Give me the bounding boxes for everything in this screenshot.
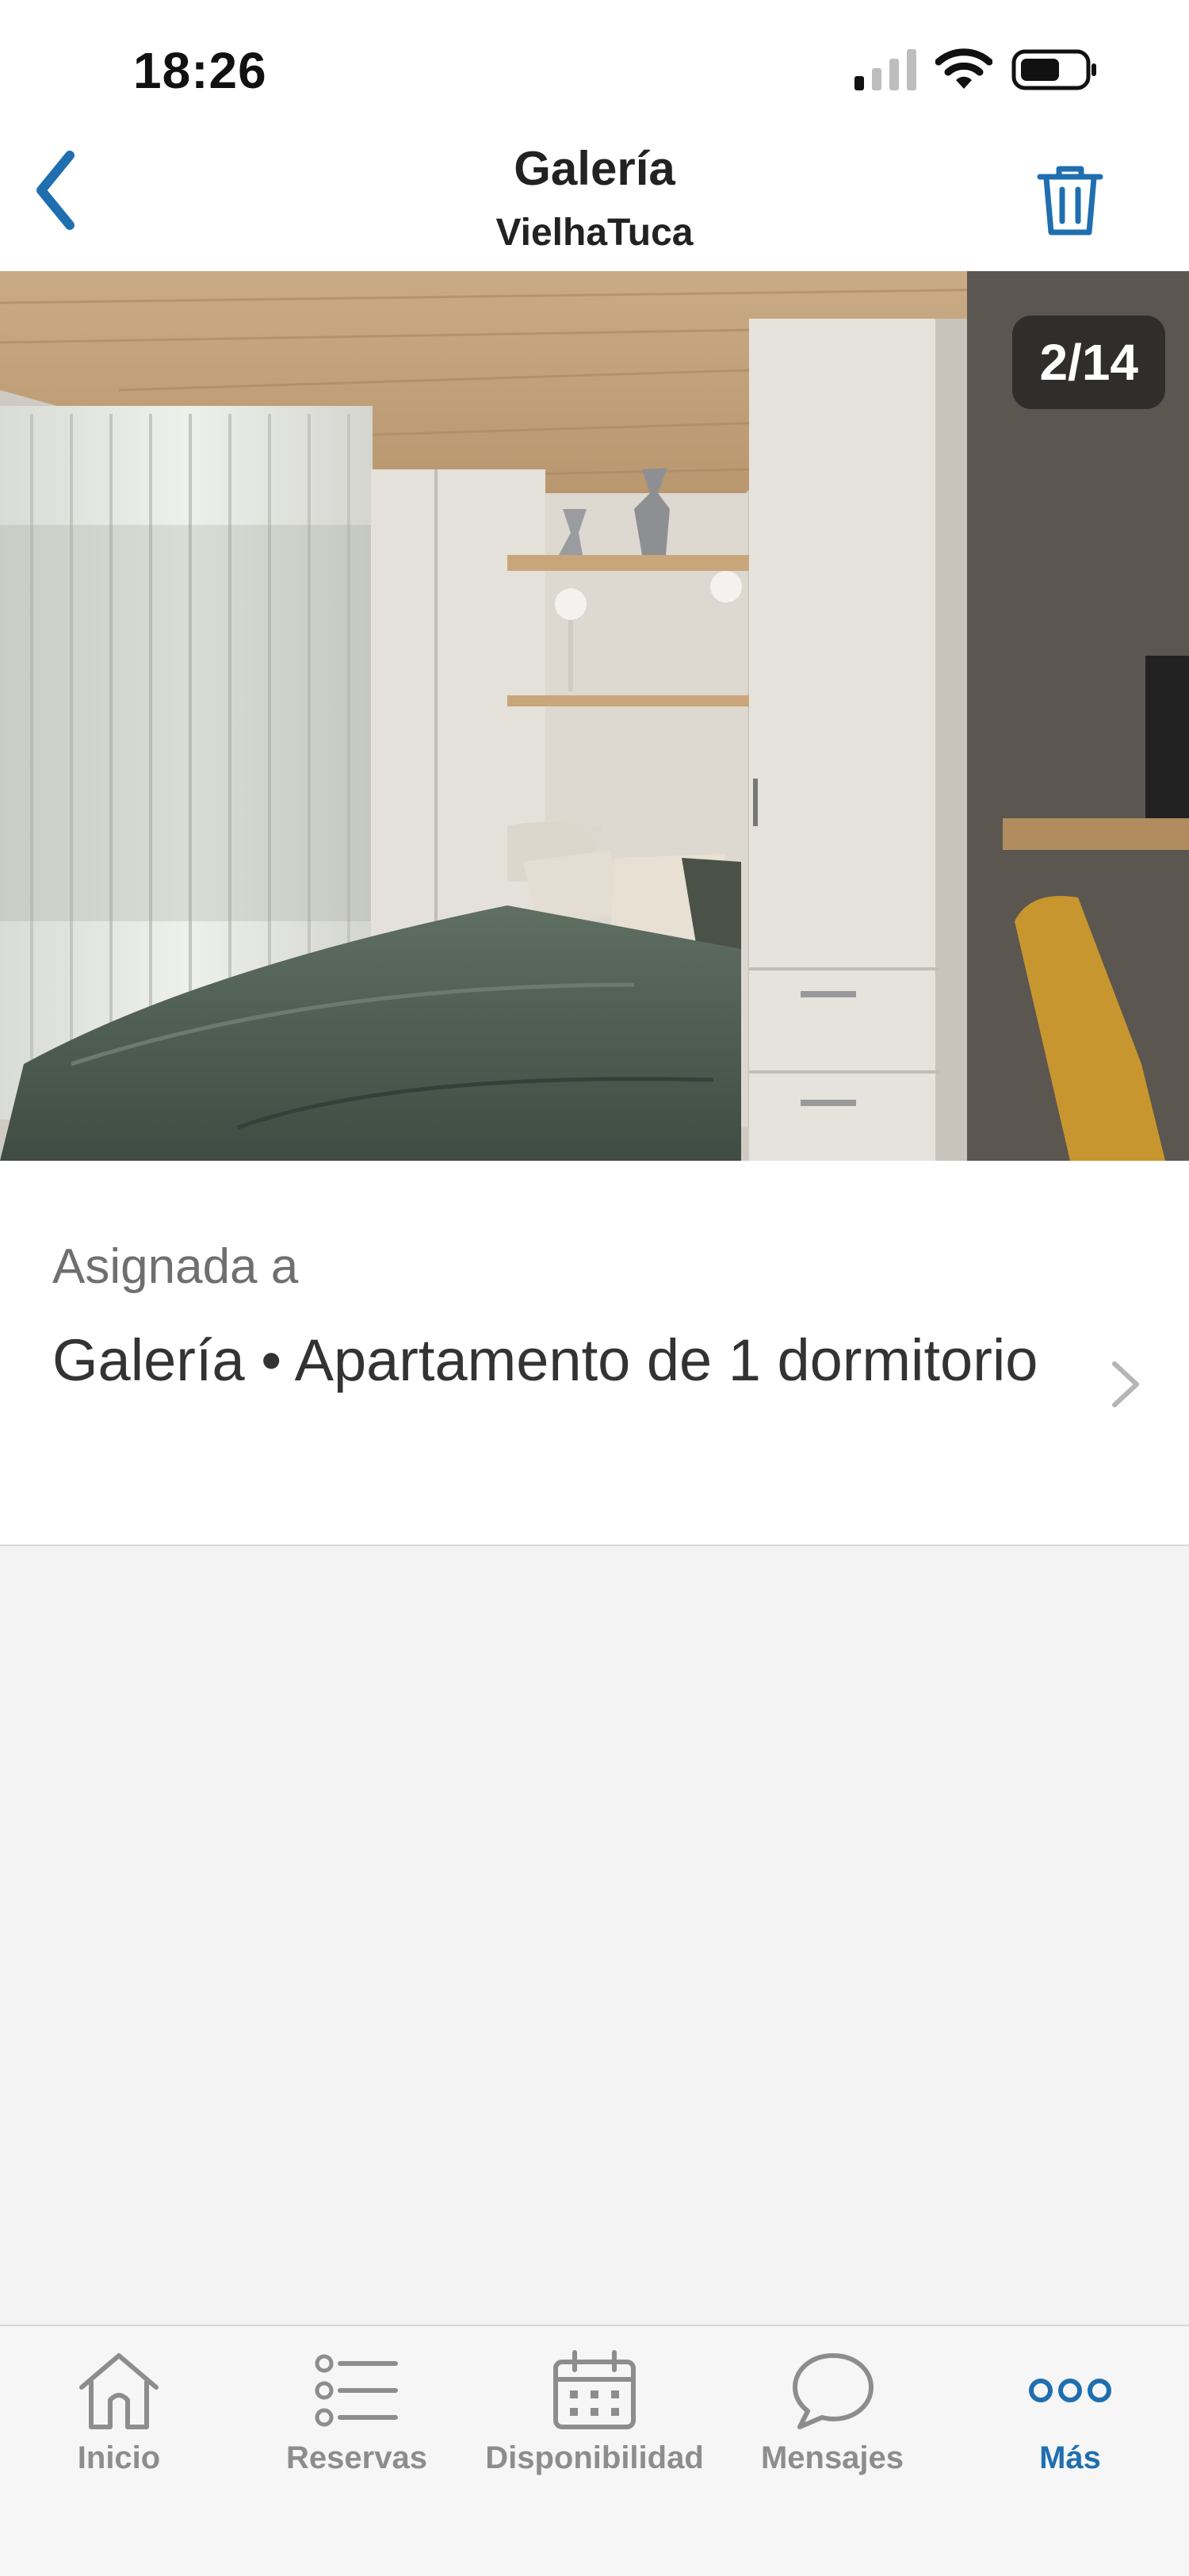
tab-label-mas: Más [1039,2440,1101,2475]
tab-mensajes[interactable]: Mensajes [713,2326,951,2509]
status-time: 18:26 [133,42,267,99]
battery-icon [1011,49,1096,90]
list-icon [315,2354,398,2427]
tab-mas[interactable]: Más [951,2326,1189,2509]
status-bar: 18:26 [0,0,1189,135]
calendar-icon [553,2350,636,2429]
page-subtitle: VielhaTuca [495,212,694,254]
chevron-right-icon [1112,1361,1139,1407]
home-icon [79,2353,159,2429]
wifi-icon [935,48,992,89]
chat-bubble-icon [793,2353,874,2429]
tab-label-disponibilidad: Disponibilidad [485,2440,704,2475]
assigned-label: Asignada a [52,1239,299,1294]
tab-disponibilidad[interactable]: Disponibilidad [476,2326,713,2509]
tab-inicio[interactable]: Inicio [0,2326,238,2509]
cellular-signal-icon [854,49,916,90]
assigned-to-row[interactable]: Asignada a Galería • Apartamento de 1 do… [0,1161,1189,1546]
tab-label-mensajes: Mensajes [760,2440,904,2475]
more-dots-icon [1029,2379,1111,2402]
tab-reservas[interactable]: Reservas [238,2326,476,2509]
gallery-photo[interactable]: 2/14 [0,271,1189,1161]
tab-label-reservas: Reservas [286,2440,427,2475]
delete-button[interactable] [1030,157,1110,244]
bedroom-photo-image [0,271,1189,1161]
assigned-unit-name: Galería • Apartamento de 1 dormitorio [52,1327,1038,1393]
page-title: Galería [514,142,675,195]
bottom-tab-bar: Inicio Reservas Disponibilidad Mensajes … [0,2325,1189,2576]
trash-icon [1037,166,1103,235]
nav-header: Galería VielhaTuca [0,135,1189,271]
photo-counter-badge: 2/14 [1012,316,1165,409]
tab-label-inicio: Inicio [77,2440,161,2475]
